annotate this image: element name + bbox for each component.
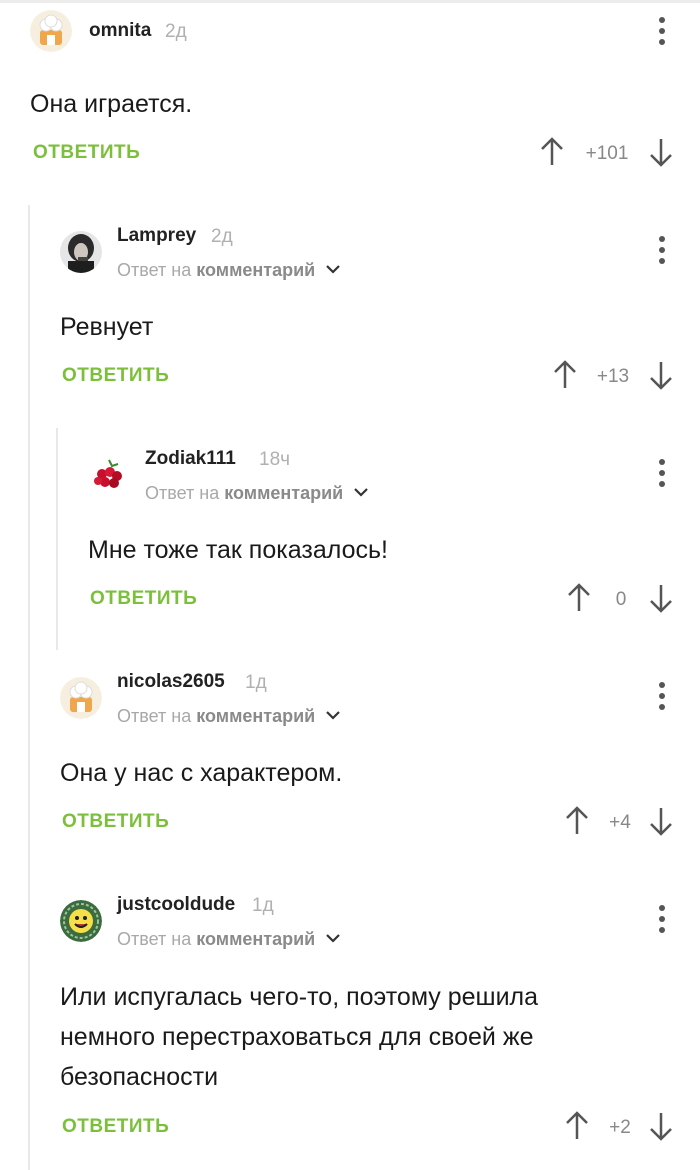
reply-to-prefix: Ответ на bbox=[117, 706, 192, 726]
reply-to-prefix: Ответ на bbox=[117, 260, 192, 280]
score: +2 bbox=[609, 1117, 631, 1138]
upvote-arrow-icon[interactable] bbox=[566, 583, 592, 613]
reply-to-target: комментарий bbox=[196, 260, 316, 280]
chevron-down-icon bbox=[326, 265, 341, 274]
comment-text: Или испугалась чего-то, поэтому решила н… bbox=[60, 983, 539, 1091]
username[interactable]: nicolas2605 bbox=[117, 671, 225, 693]
berries-avatar-icon bbox=[88, 454, 130, 496]
chevron-down-icon bbox=[326, 711, 341, 720]
upvote-arrow-icon[interactable] bbox=[552, 360, 578, 390]
avatar[interactable] bbox=[60, 231, 102, 273]
reply-button[interactable]: ОТВЕТИТЬ bbox=[62, 365, 169, 387]
reply-button[interactable]: ОТВЕТИТЬ bbox=[62, 1116, 169, 1138]
comment-text: Мне тоже так показалось! bbox=[88, 536, 388, 564]
chevron-down-icon bbox=[354, 488, 369, 497]
score: +13 bbox=[596, 366, 630, 387]
reply-to-prefix: Ответ на bbox=[145, 483, 220, 503]
username[interactable]: justcooldude bbox=[117, 894, 235, 916]
timestamp: 1д bbox=[245, 672, 267, 693]
reply-button[interactable]: ОТВЕТИТЬ bbox=[90, 588, 197, 610]
downvote-arrow-icon[interactable] bbox=[648, 583, 674, 613]
thread-line-level2 bbox=[56, 428, 58, 650]
timestamp: 1д bbox=[252, 895, 274, 916]
comment-text: Она у нас с характером. bbox=[60, 759, 343, 787]
reply-to-target: комментарий bbox=[196, 929, 316, 949]
more-options-icon[interactable] bbox=[652, 457, 672, 489]
smiley-avatar-icon bbox=[60, 900, 102, 942]
thread-line-level1 bbox=[28, 205, 30, 1170]
chef-hat-avatar-icon bbox=[30, 10, 72, 52]
photo-avatar-icon bbox=[60, 231, 102, 273]
avatar[interactable] bbox=[30, 10, 72, 52]
downvote-arrow-icon[interactable] bbox=[648, 137, 674, 167]
reply-to-prefix: Ответ на bbox=[117, 929, 192, 949]
reply-to-target: комментарий bbox=[196, 706, 316, 726]
comment-text: Она играется. bbox=[30, 90, 193, 118]
upvote-arrow-icon[interactable] bbox=[539, 137, 565, 167]
top-divider bbox=[0, 0, 700, 3]
timestamp: 18ч bbox=[259, 449, 291, 470]
username[interactable]: Zodiak111 bbox=[145, 448, 236, 470]
more-options-icon[interactable] bbox=[652, 234, 672, 266]
more-options-icon[interactable] bbox=[652, 15, 672, 47]
score: +4 bbox=[609, 812, 631, 833]
reply-to-link[interactable]: Ответ на комментарий bbox=[117, 706, 341, 727]
downvote-arrow-icon[interactable] bbox=[648, 1111, 674, 1141]
reply-to-link[interactable]: Ответ на комментарий bbox=[117, 260, 341, 281]
username[interactable]: Lamprey bbox=[117, 225, 196, 247]
comment-text: Ревнует bbox=[60, 313, 154, 341]
more-options-icon[interactable] bbox=[652, 680, 672, 712]
more-options-icon[interactable] bbox=[652, 903, 672, 935]
reply-to-target: комментарий bbox=[224, 483, 344, 503]
avatar[interactable] bbox=[60, 900, 102, 942]
chevron-down-icon bbox=[326, 934, 341, 943]
reply-to-link[interactable]: Ответ на комментарий bbox=[145, 483, 369, 504]
downvote-arrow-icon[interactable] bbox=[648, 806, 674, 836]
upvote-arrow-icon[interactable] bbox=[564, 1111, 590, 1141]
avatar[interactable] bbox=[88, 454, 130, 496]
avatar[interactable] bbox=[60, 677, 102, 719]
score: 0 bbox=[615, 589, 627, 610]
reply-button[interactable]: ОТВЕТИТЬ bbox=[62, 811, 169, 833]
timestamp: 2д bbox=[165, 21, 187, 42]
downvote-arrow-icon[interactable] bbox=[648, 360, 674, 390]
upvote-arrow-icon[interactable] bbox=[564, 806, 590, 836]
timestamp: 2д bbox=[211, 226, 233, 247]
score: +101 bbox=[585, 143, 629, 164]
chef-hat-avatar-icon bbox=[60, 677, 102, 719]
username[interactable]: omnita bbox=[89, 20, 151, 42]
reply-button[interactable]: ОТВЕТИТЬ bbox=[33, 142, 140, 164]
reply-to-link[interactable]: Ответ на комментарий bbox=[117, 929, 341, 950]
